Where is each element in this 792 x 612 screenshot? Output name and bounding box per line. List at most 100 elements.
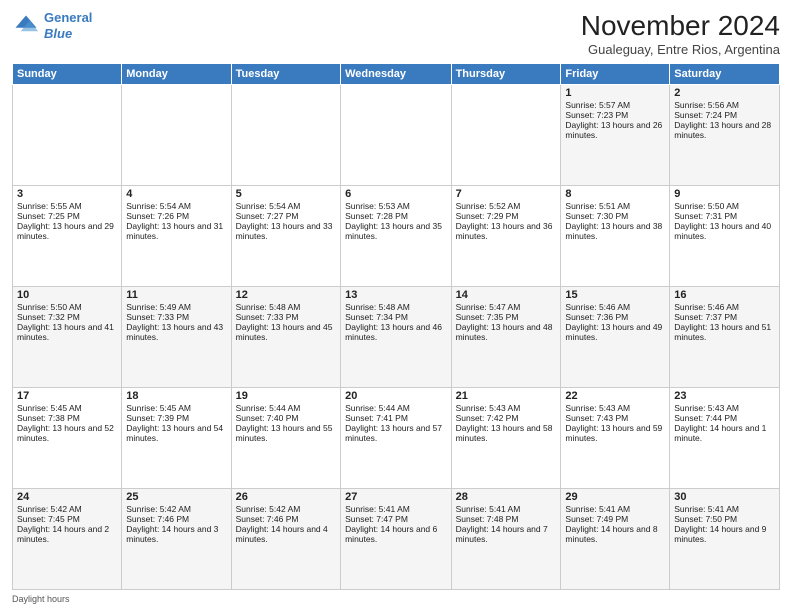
day-info-line: Sunset: 7:33 PM <box>236 312 336 322</box>
day-info-line: Daylight: 13 hours and 31 minutes. <box>126 221 226 241</box>
logo-text: General Blue <box>44 10 92 41</box>
day-number: 5 <box>236 188 336 200</box>
day-info-line: Sunset: 7:47 PM <box>345 514 446 524</box>
day-info-line: Daylight: 13 hours and 49 minutes. <box>565 322 665 342</box>
col-header-friday: Friday <box>561 64 670 85</box>
day-cell: 27Sunrise: 5:41 AMSunset: 7:47 PMDayligh… <box>341 489 451 590</box>
day-info-line: Sunrise: 5:45 AM <box>17 403 117 413</box>
title-block: November 2024 Gualeguay, Entre Rios, Arg… <box>581 10 780 57</box>
day-info-line: Sunrise: 5:51 AM <box>565 201 665 211</box>
day-info-line: Sunset: 7:43 PM <box>565 413 665 423</box>
day-info-line: Daylight: 13 hours and 45 minutes. <box>236 322 336 342</box>
day-info-line: Daylight: 13 hours and 59 minutes. <box>565 423 665 443</box>
logo: General Blue <box>12 10 92 41</box>
day-number: 15 <box>565 289 665 301</box>
day-info-line: Sunrise: 5:56 AM <box>674 100 775 110</box>
day-info-line: Daylight: 13 hours and 46 minutes. <box>345 322 446 342</box>
day-cell: 19Sunrise: 5:44 AMSunset: 7:40 PMDayligh… <box>231 388 340 489</box>
day-info-line: Sunrise: 5:43 AM <box>674 403 775 413</box>
day-info-line: Daylight: 13 hours and 29 minutes. <box>17 221 117 241</box>
day-number: 6 <box>345 188 446 200</box>
col-header-tuesday: Tuesday <box>231 64 340 85</box>
week-row-5: 24Sunrise: 5:42 AMSunset: 7:45 PMDayligh… <box>13 489 780 590</box>
day-info-line: Sunrise: 5:41 AM <box>674 504 775 514</box>
day-cell: 11Sunrise: 5:49 AMSunset: 7:33 PMDayligh… <box>122 287 231 388</box>
day-info-line: Sunrise: 5:43 AM <box>456 403 557 413</box>
day-cell: 25Sunrise: 5:42 AMSunset: 7:46 PMDayligh… <box>122 489 231 590</box>
day-number: 13 <box>345 289 446 301</box>
day-info-line: Sunset: 7:39 PM <box>126 413 226 423</box>
day-cell: 1Sunrise: 5:57 AMSunset: 7:23 PMDaylight… <box>561 85 670 186</box>
day-info-line: Sunrise: 5:41 AM <box>565 504 665 514</box>
week-row-3: 10Sunrise: 5:50 AMSunset: 7:32 PMDayligh… <box>13 287 780 388</box>
day-number: 19 <box>236 390 336 402</box>
day-info-line: Sunset: 7:26 PM <box>126 211 226 221</box>
day-info-line: Sunset: 7:31 PM <box>674 211 775 221</box>
day-cell: 20Sunrise: 5:44 AMSunset: 7:41 PMDayligh… <box>341 388 451 489</box>
day-cell: 10Sunrise: 5:50 AMSunset: 7:32 PMDayligh… <box>13 287 122 388</box>
day-info-line: Sunset: 7:30 PM <box>565 211 665 221</box>
day-info-line: Daylight: 13 hours and 38 minutes. <box>565 221 665 241</box>
day-info-line: Sunset: 7:24 PM <box>674 110 775 120</box>
day-cell: 17Sunrise: 5:45 AMSunset: 7:38 PMDayligh… <box>13 388 122 489</box>
day-info-line: Daylight: 13 hours and 41 minutes. <box>17 322 117 342</box>
day-info-line: Sunrise: 5:42 AM <box>236 504 336 514</box>
day-info-line: Sunset: 7:46 PM <box>236 514 336 524</box>
day-info-line: Sunrise: 5:45 AM <box>126 403 226 413</box>
day-info-line: Sunrise: 5:48 AM <box>345 302 446 312</box>
day-cell: 21Sunrise: 5:43 AMSunset: 7:42 PMDayligh… <box>451 388 561 489</box>
day-info-line: Sunset: 7:36 PM <box>565 312 665 322</box>
day-number: 29 <box>565 491 665 503</box>
day-info-line: Sunrise: 5:52 AM <box>456 201 557 211</box>
day-cell: 3Sunrise: 5:55 AMSunset: 7:25 PMDaylight… <box>13 186 122 287</box>
day-info-line: Daylight: 14 hours and 3 minutes. <box>126 524 226 544</box>
day-cell <box>451 85 561 186</box>
col-header-sunday: Sunday <box>13 64 122 85</box>
day-info-line: Sunset: 7:48 PM <box>456 514 557 524</box>
day-info-line: Sunrise: 5:54 AM <box>236 201 336 211</box>
week-row-2: 3Sunrise: 5:55 AMSunset: 7:25 PMDaylight… <box>13 186 780 287</box>
day-info-line: Sunrise: 5:53 AM <box>345 201 446 211</box>
day-info-line: Sunrise: 5:50 AM <box>17 302 117 312</box>
day-info-line: Sunrise: 5:46 AM <box>565 302 665 312</box>
day-number: 22 <box>565 390 665 402</box>
day-number: 17 <box>17 390 117 402</box>
day-info-line: Sunset: 7:44 PM <box>674 413 775 423</box>
header: General Blue November 2024 Gualeguay, En… <box>12 10 780 57</box>
day-cell: 22Sunrise: 5:43 AMSunset: 7:43 PMDayligh… <box>561 388 670 489</box>
day-info-line: Sunrise: 5:49 AM <box>126 302 226 312</box>
logo-line1: General <box>44 10 92 25</box>
day-info-line: Daylight: 14 hours and 9 minutes. <box>674 524 775 544</box>
day-cell <box>13 85 122 186</box>
day-info-line: Sunset: 7:33 PM <box>126 312 226 322</box>
week-row-1: 1Sunrise: 5:57 AMSunset: 7:23 PMDaylight… <box>13 85 780 186</box>
day-cell: 28Sunrise: 5:41 AMSunset: 7:48 PMDayligh… <box>451 489 561 590</box>
col-header-monday: Monday <box>122 64 231 85</box>
page: General Blue November 2024 Gualeguay, En… <box>0 0 792 612</box>
day-number: 18 <box>126 390 226 402</box>
day-number: 24 <box>17 491 117 503</box>
day-info-line: Sunset: 7:50 PM <box>674 514 775 524</box>
day-cell: 5Sunrise: 5:54 AMSunset: 7:27 PMDaylight… <box>231 186 340 287</box>
day-info-line: Sunset: 7:27 PM <box>236 211 336 221</box>
day-number: 20 <box>345 390 446 402</box>
day-number: 28 <box>456 491 557 503</box>
day-cell: 9Sunrise: 5:50 AMSunset: 7:31 PMDaylight… <box>670 186 780 287</box>
day-info-line: Sunrise: 5:46 AM <box>674 302 775 312</box>
day-info-line: Sunrise: 5:48 AM <box>236 302 336 312</box>
day-info-line: Daylight: 14 hours and 1 minute. <box>674 423 775 443</box>
day-number: 10 <box>17 289 117 301</box>
day-number: 3 <box>17 188 117 200</box>
main-title: November 2024 <box>581 10 780 42</box>
day-info-line: Sunset: 7:23 PM <box>565 110 665 120</box>
day-info-line: Sunset: 7:41 PM <box>345 413 446 423</box>
day-number: 9 <box>674 188 775 200</box>
logo-icon <box>12 12 40 40</box>
day-info-line: Sunrise: 5:47 AM <box>456 302 557 312</box>
col-header-thursday: Thursday <box>451 64 561 85</box>
day-info-line: Sunrise: 5:41 AM <box>345 504 446 514</box>
day-info-line: Daylight: 13 hours and 40 minutes. <box>674 221 775 241</box>
week-row-4: 17Sunrise: 5:45 AMSunset: 7:38 PMDayligh… <box>13 388 780 489</box>
day-number: 23 <box>674 390 775 402</box>
day-info-line: Sunset: 7:38 PM <box>17 413 117 423</box>
